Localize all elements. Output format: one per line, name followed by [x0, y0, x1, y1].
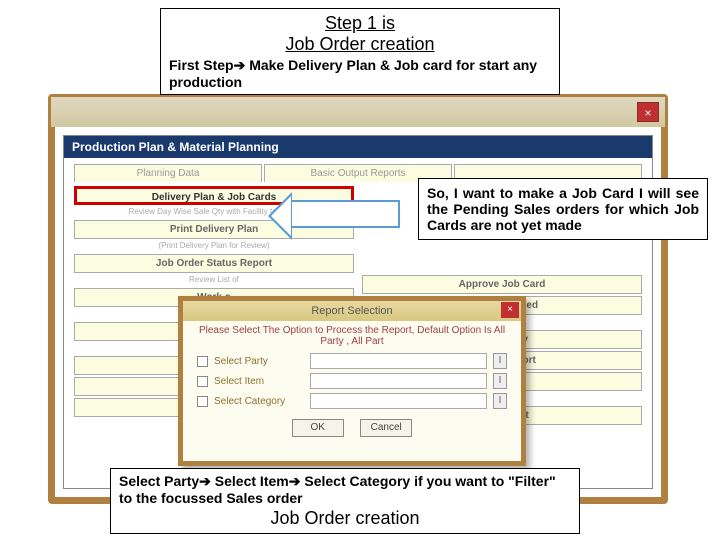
arrow-icon: ➔ — [289, 473, 301, 489]
callout3-b: Select Item — [211, 473, 289, 489]
approve-job-card-button[interactable]: Approve Job Card — [362, 275, 642, 294]
dialog-title-text: Report Selection — [311, 305, 392, 317]
left-arrow-icon — [290, 200, 400, 228]
dialog-buttons: OK Cancel — [183, 411, 521, 439]
job-order-status-button[interactable]: Job Order Status Report — [74, 254, 354, 273]
browse-icon[interactable]: I — [493, 353, 507, 369]
select-item-checkbox[interactable] — [197, 376, 208, 387]
select-party-input[interactable] — [310, 353, 487, 369]
select-item-row: Select Item I — [183, 371, 521, 391]
close-icon[interactable]: × — [637, 102, 659, 122]
callout-line2a: First Step — [169, 57, 234, 73]
select-party-row: Select Party I — [183, 351, 521, 371]
sub-text: (Print Delivery Plan for Review) — [74, 241, 354, 252]
select-party-label: Select Party — [214, 356, 304, 367]
browse-icon[interactable]: I — [493, 373, 507, 389]
callout-step1: Step 1 is Job Order creation First Step➔… — [160, 8, 560, 95]
dialog-message: Please Select The Option to Process the … — [183, 321, 521, 351]
window-header: Production Plan & Material Planning — [64, 136, 652, 158]
callout-title-line2: Job Order creation — [285, 34, 434, 54]
dialog-title: Report Selection × — [183, 301, 521, 321]
report-selection-dialog: Report Selection × Please Select The Opt… — [178, 296, 526, 466]
select-category-checkbox[interactable] — [197, 396, 208, 407]
select-item-label: Select Item — [214, 376, 304, 387]
cancel-button[interactable]: Cancel — [360, 419, 412, 437]
select-party-checkbox[interactable] — [197, 356, 208, 367]
tab-planning[interactable]: Planning Data — [74, 164, 262, 182]
callout3-joc: Job Order creation — [119, 508, 571, 529]
select-category-input[interactable] — [310, 393, 487, 409]
callout3-a: Select Party — [119, 473, 199, 489]
select-item-input[interactable] — [310, 373, 487, 389]
browse-icon[interactable]: I — [493, 393, 507, 409]
ok-button[interactable]: OK — [292, 419, 344, 437]
sub-text: Review List of — [74, 275, 354, 286]
select-category-label: Select Category — [214, 396, 304, 407]
callout-filter: Select Party➔ Select Item➔ Select Catego… — [110, 468, 580, 534]
arrow-icon: ➔ — [199, 473, 211, 489]
sub-text — [362, 241, 642, 252]
select-category-row: Select Category I — [183, 391, 521, 411]
callout-title-line1: Step 1 is — [325, 13, 395, 33]
arrow-icon: ➔ — [234, 57, 246, 73]
dialog-close-icon[interactable]: × — [501, 302, 519, 318]
callout-pending-orders: So, I want to make a Job Card I will see… — [418, 178, 708, 240]
window-titlebar: × — [51, 97, 665, 127]
